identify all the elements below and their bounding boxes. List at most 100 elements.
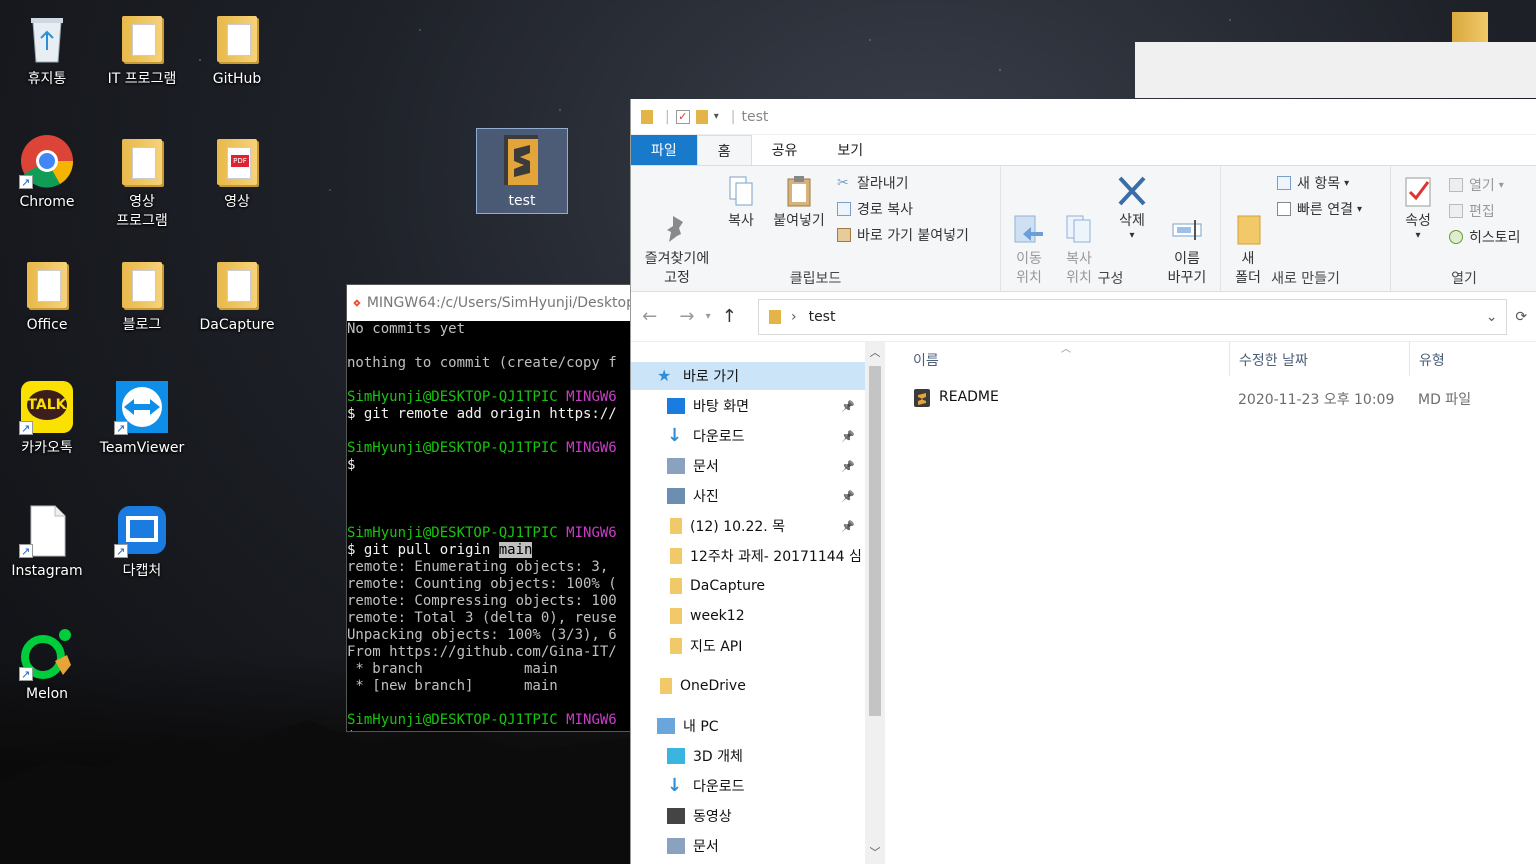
cube-icon bbox=[667, 748, 685, 764]
scrollbar-thumb[interactable] bbox=[869, 366, 881, 716]
file-list: 이름 ︿ 수정한 날짜 유형 README 2020-11-23 오후 10:09… bbox=[893, 342, 1536, 864]
ribbon-home: 즐겨찾기에 고정 복사 붙여넣기 ✂ 잘라내기 경로 복사 바로 가기 붙여넣기… bbox=[631, 166, 1536, 292]
nav-item[interactable]: (12) 10.22. 목 📌 bbox=[631, 512, 865, 540]
nav-pane-scrollbar[interactable]: ︿ ﹀ bbox=[865, 342, 885, 864]
scroll-down-chevron-icon[interactable]: ﹀ bbox=[865, 844, 885, 860]
desktop-icon-13[interactable]: 다캡처 bbox=[95, 502, 189, 581]
forward-arrow-icon[interactable]: → bbox=[668, 306, 705, 327]
terminal-titlebar[interactable]: MINGW64:/c/Users/SimHyunji/Desktop bbox=[347, 285, 635, 321]
corner-folder-icon[interactable] bbox=[1452, 12, 1488, 42]
nav-item[interactable]: DaCapture bbox=[631, 572, 865, 600]
file-explorer-window[interactable]: | ✓ ▾ | test 파일 홈 공유 보기 즐겨찾기에 고정 복사 붙여넣기… bbox=[630, 99, 1536, 864]
rename-icon bbox=[1171, 193, 1203, 240]
open-icon bbox=[1449, 178, 1463, 192]
tab-share[interactable]: 공유 bbox=[752, 135, 818, 165]
nav-item[interactable]: 사진 📌 bbox=[631, 482, 865, 510]
scissors-icon: ✂ bbox=[837, 175, 849, 191]
address-bar[interactable]: › test ⌄ bbox=[757, 298, 1507, 335]
desktop-folder-test-label: test bbox=[508, 193, 536, 209]
desktop-folder-test[interactable]: test bbox=[476, 128, 568, 214]
edit-button[interactable]: 편집 bbox=[1449, 200, 1495, 222]
nav-item[interactable]: 12주차 과제- 20171144 심 bbox=[631, 542, 865, 570]
desktop-icon-7[interactable]: Office bbox=[0, 256, 94, 335]
desktop-icon-label: 영상 bbox=[224, 194, 250, 210]
desktop-icon-4[interactable]: Chrome bbox=[0, 133, 94, 212]
delete-button[interactable]: 삭제 ▾ bbox=[1107, 174, 1157, 241]
desktop-icon-label: Instagram bbox=[11, 563, 83, 579]
copy-button[interactable]: 복사 bbox=[719, 174, 763, 231]
terminal-line: remote: Compressing objects: 100 bbox=[347, 593, 617, 609]
pin-icon[interactable]: 📌 bbox=[841, 400, 855, 413]
pin-icon[interactable]: 📌 bbox=[841, 520, 855, 533]
clipboard-group-label: 클립보드 bbox=[789, 271, 842, 287]
new-item-button[interactable]: 새 항목 ▾ bbox=[1277, 172, 1349, 194]
git-bash-terminal[interactable]: MINGW64:/c/Users/SimHyunji/Desktop No co… bbox=[346, 284, 636, 732]
desktop-icon-1[interactable]: 휴지통 bbox=[0, 10, 94, 89]
copy-path-button[interactable]: 경로 복사 bbox=[837, 198, 913, 220]
back-arrow-icon[interactable]: ← bbox=[631, 306, 668, 327]
nav-item[interactable]: 바탕 화면 📌 bbox=[631, 392, 865, 420]
desktop-icon-8[interactable]: 블로그 bbox=[95, 256, 189, 335]
desktop-icon-2[interactable]: IT 프로그램 bbox=[95, 10, 189, 89]
desktop-icon-11[interactable]: TeamViewer bbox=[95, 379, 189, 458]
desktop-icon-3[interactable]: GitHub bbox=[190, 10, 284, 89]
properties-check-icon[interactable]: ✓ bbox=[675, 109, 690, 124]
chevron-down-icon[interactable]: ⌄ bbox=[1486, 309, 1498, 325]
properties-button[interactable]: 속성 ▾ bbox=[1393, 174, 1443, 241]
file-row[interactable]: README 2020-11-23 오후 10:09 MD 파일 bbox=[893, 386, 1536, 410]
desktop-icon-12[interactable]: Instagram bbox=[0, 502, 94, 581]
nav-item[interactable]: 지도 API bbox=[631, 632, 865, 660]
refresh-icon[interactable]: ⟳ bbox=[1507, 309, 1536, 325]
nav-item[interactable]: ↓ 다운로드 📌 bbox=[631, 422, 865, 450]
new-folder-quick-icon[interactable] bbox=[695, 109, 708, 124]
scroll-up-chevron-icon[interactable]: ︿ bbox=[865, 344, 885, 360]
terminal-line: Unpacking objects: 100% (3/3), 6 bbox=[347, 627, 617, 643]
tab-home[interactable]: 홈 bbox=[696, 135, 752, 165]
column-header-modified[interactable]: 수정한 날짜 bbox=[1239, 350, 1308, 370]
cut-button[interactable]: ✂ 잘라내기 bbox=[837, 172, 909, 194]
tab-file[interactable]: 파일 bbox=[631, 135, 697, 165]
desktop-icon-9[interactable]: DaCapture bbox=[190, 256, 284, 335]
tab-view[interactable]: 보기 bbox=[817, 135, 883, 165]
nav-item[interactable]: ★ 바로 가기 bbox=[631, 362, 865, 390]
clipboard-group: 즐겨찾기에 고정 복사 붙여넣기 ✂ 잘라내기 경로 복사 바로 가기 붙여넣기… bbox=[631, 166, 1001, 292]
nav-item[interactable]: 문서 📌 bbox=[631, 452, 865, 480]
desktop-icon-10[interactable]: TALK 카카오톡 bbox=[0, 379, 94, 458]
nav-item[interactable]: ↓ 다운로드 bbox=[631, 772, 865, 800]
nav-item[interactable]: 내 PC bbox=[631, 712, 865, 740]
breadcrumb-test[interactable]: test bbox=[809, 309, 836, 325]
new-folder-icon bbox=[1232, 193, 1264, 245]
terminal-output[interactable]: No commits yet nothing to commit (create… bbox=[347, 321, 635, 731]
desktop-icon-5[interactable]: 영상 프로그램 bbox=[95, 133, 189, 231]
column-header-name[interactable]: 이름 bbox=[913, 350, 939, 370]
column-header-type[interactable]: 유형 bbox=[1419, 350, 1445, 370]
address-bar-row: ← → ▾ ↑ › test ⌄ ⟳ bbox=[631, 292, 1536, 342]
pin-icon[interactable]: 📌 bbox=[841, 460, 855, 473]
nav-item[interactable]: OneDrive bbox=[631, 672, 865, 700]
up-arrow-icon[interactable]: ↑ bbox=[711, 306, 748, 327]
pin-icon[interactable]: 📌 bbox=[841, 490, 855, 503]
nav-item[interactable]: week12 bbox=[631, 602, 865, 630]
background-window[interactable] bbox=[1135, 42, 1536, 98]
chevron-down-icon[interactable]: ▾ bbox=[1393, 231, 1443, 241]
pin-icon[interactable]: 📌 bbox=[841, 430, 855, 443]
open-button[interactable]: 열기 ▾ bbox=[1449, 174, 1504, 196]
desktop-icon-14[interactable]: Melon bbox=[0, 625, 94, 704]
history-button[interactable]: 히스토리 bbox=[1449, 226, 1521, 248]
terminal-line: * branch main bbox=[347, 661, 558, 677]
paste-button[interactable]: 붙여넣기 bbox=[767, 174, 831, 231]
chevron-down-icon[interactable]: ▾ bbox=[1107, 231, 1157, 241]
dacapture-icon bbox=[114, 502, 170, 561]
shortcut-arrow-icon bbox=[19, 542, 33, 561]
paste-shortcut-button[interactable]: 바로 가기 붙여넣기 bbox=[837, 224, 969, 246]
shortcut-arrow-icon bbox=[19, 419, 33, 438]
breadcrumb-chevron-icon[interactable]: › bbox=[791, 309, 797, 325]
nav-item[interactable]: 동영상 bbox=[631, 802, 865, 830]
easy-access-button[interactable]: 빠른 연결 ▾ bbox=[1277, 198, 1362, 220]
nav-item[interactable]: 문서 bbox=[631, 832, 865, 860]
nav-item[interactable]: 3D 개체 bbox=[631, 742, 865, 770]
folder-icon bbox=[670, 608, 682, 624]
chevron-down-icon[interactable]: ▾ bbox=[714, 111, 719, 122]
desktop-icon-6[interactable]: PDF 영상 bbox=[190, 133, 284, 212]
